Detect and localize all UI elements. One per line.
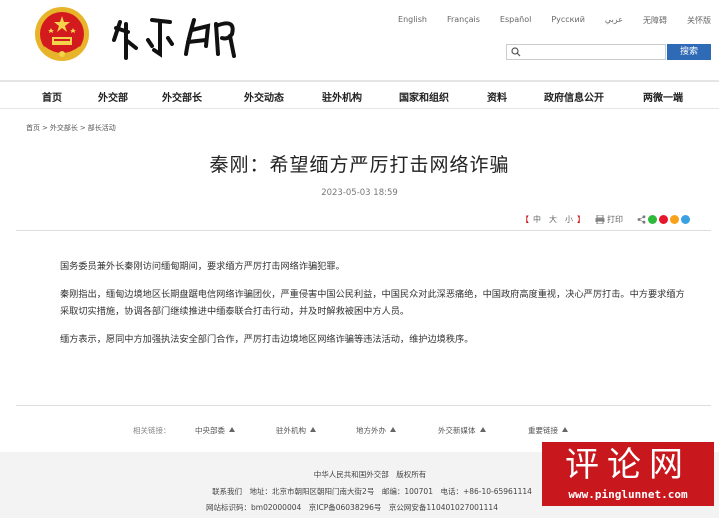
nav-countries-organizations[interactable]: 国家和组织 xyxy=(399,89,449,104)
language-switcher: English Français Español Русский عربي 无障… xyxy=(378,15,711,26)
font-size-controls: 【中大小】 xyxy=(521,215,585,224)
link-local-foreign-affairs[interactable]: 地方外办 xyxy=(356,425,396,436)
nav-ministry[interactable]: 外交部 xyxy=(98,89,128,104)
qq-icon[interactable] xyxy=(681,215,690,224)
breadcrumb-activities[interactable]: 部长活动 xyxy=(88,124,116,132)
search-input[interactable] xyxy=(523,45,663,59)
wechat-icon[interactable] xyxy=(648,215,657,224)
link-central-ministries[interactable]: 中央部委 xyxy=(195,425,235,436)
article-title: 秦刚：希望缅方严厉打击网络诈骗 xyxy=(209,154,510,176)
main-nav: 首页 外交部 外交部长 外交动态 驻外机构 国家和组织 资料 政府信息公开 两微… xyxy=(0,80,719,109)
triangle-up-icon xyxy=(390,427,396,432)
watermark-title: 评论网 xyxy=(565,445,691,485)
article-paragraph: 国务委员兼外长秦刚访问缅甸期间，要求缅方严厉打击网络诈骗犯罪。 xyxy=(60,261,345,272)
share-icon[interactable] xyxy=(637,215,646,224)
watermark-url: www.pinglunnet.com xyxy=(568,488,688,501)
accessibility-link[interactable]: 无障碍 xyxy=(643,15,667,26)
lang-arabic[interactable]: عربي xyxy=(605,15,623,26)
font-size-medium[interactable]: 大 xyxy=(549,215,557,224)
breadcrumb-minister[interactable]: 外交部长 xyxy=(50,124,78,132)
site-header: English Français Español Русский عربي 无障… xyxy=(0,0,719,78)
lang-spanish[interactable]: Español xyxy=(500,15,531,26)
article-tools: 【中大小】 打印 xyxy=(521,214,690,225)
article-body: 国务委员兼外长秦刚访问缅甸期间，要求缅方严厉打击网络诈骗犯罪。 秦刚指出，缅甸边… xyxy=(60,258,690,359)
divider xyxy=(16,230,711,231)
breadcrumb-home[interactable]: 首页 xyxy=(26,124,40,132)
link-important[interactable]: 重要链接 xyxy=(528,425,568,436)
print-label: 打印 xyxy=(607,215,623,224)
nav-resources[interactable]: 资料 xyxy=(487,89,507,104)
search-button[interactable]: 搜索 xyxy=(667,44,711,60)
article-paragraph: 缅方表示，愿同中方加强执法安全部门合作，严厉打击边境地区网络诈骗等违法活动，维护… xyxy=(60,334,474,345)
triangle-up-icon xyxy=(479,427,486,432)
nav-diplomatic-news[interactable]: 外交动态 xyxy=(244,89,284,104)
breadcrumb: 首页 > 外交部长 > 部长活动 xyxy=(26,124,116,132)
printer-icon xyxy=(595,215,605,224)
nav-missions-abroad[interactable]: 驻外机构 xyxy=(322,89,362,104)
print-button[interactable]: 打印 xyxy=(595,214,623,225)
link-new-media[interactable]: 外交新媒体 xyxy=(438,425,486,436)
nav-minister[interactable]: 外交部长 xyxy=(162,89,202,104)
related-links-label: 相关链接： xyxy=(133,426,171,435)
elderly-care-link[interactable]: 关怀版 xyxy=(687,15,711,26)
watermark-logo: 评论网 www.pinglunnet.com xyxy=(542,442,714,506)
search-icon xyxy=(511,47,521,57)
triangle-up-icon xyxy=(310,427,316,432)
font-size-large[interactable]: 小 xyxy=(565,215,573,224)
triangle-up-icon xyxy=(229,427,235,432)
nav-government-info[interactable]: 政府信息公开 xyxy=(544,89,604,104)
divider xyxy=(16,405,711,406)
nav-social-media[interactable]: 两微一端 xyxy=(643,89,683,104)
calligraphy-logo[interactable] xyxy=(108,10,243,65)
lang-russian[interactable]: Русский xyxy=(551,15,585,26)
article-date: 2023-05-03 18:59 xyxy=(321,188,398,198)
nav-home[interactable]: 首页 xyxy=(42,89,62,104)
font-size-small[interactable]: 中 xyxy=(533,215,541,224)
article-paragraph: 秦刚指出，缅甸边境地区长期盘踞电信网络诈骗团伙，严重侵害中国公民利益，中国民众对… xyxy=(60,289,685,317)
lang-french[interactable]: Français xyxy=(447,15,480,26)
share-buttons xyxy=(637,215,690,224)
search-box xyxy=(506,44,666,60)
lang-english[interactable]: English xyxy=(398,15,427,26)
weibo-icon[interactable] xyxy=(659,215,668,224)
national-emblem-logo[interactable] xyxy=(34,6,90,62)
link-missions-abroad[interactable]: 驻外机构 xyxy=(276,425,316,436)
triangle-up-icon xyxy=(562,427,568,432)
qzone-icon[interactable] xyxy=(670,215,679,224)
